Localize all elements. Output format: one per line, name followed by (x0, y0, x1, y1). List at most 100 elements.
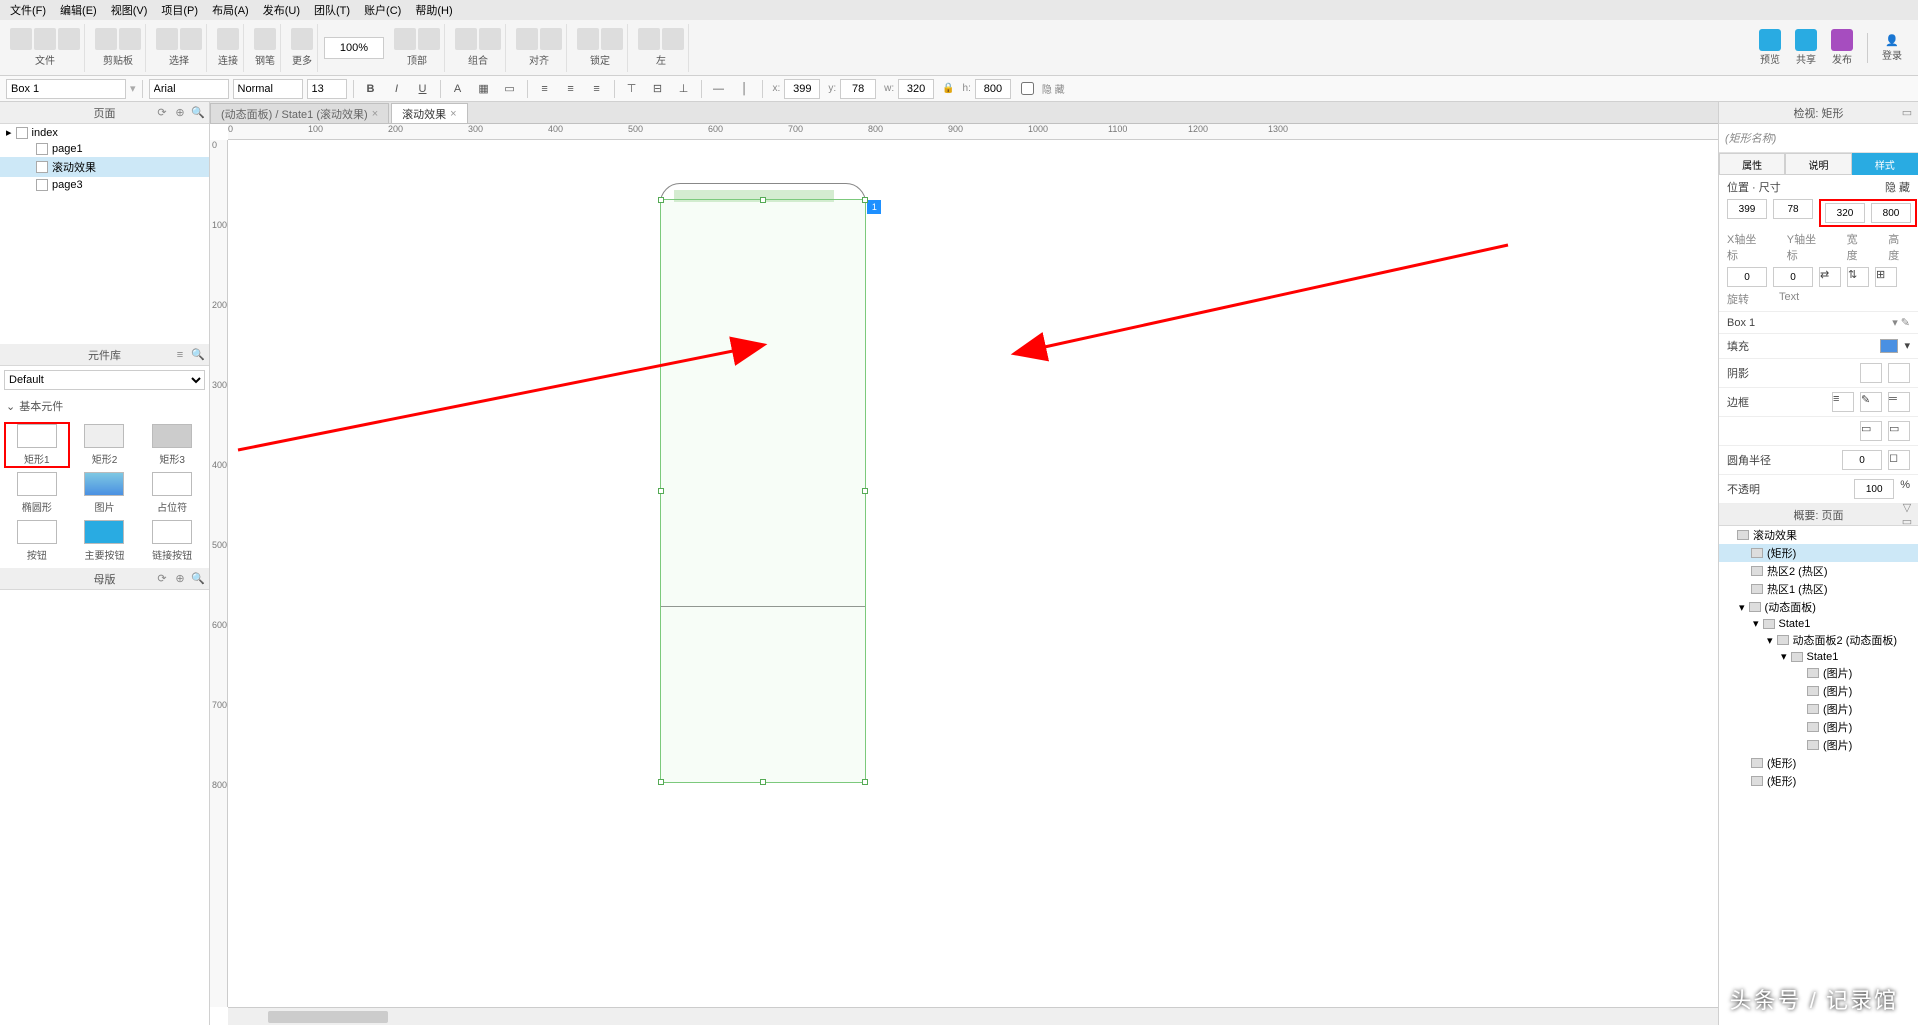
search-pages-icon[interactable]: 🔍 (191, 106, 205, 120)
underline-button[interactable]: U (412, 79, 434, 99)
menu-view[interactable]: 视图(V) (105, 0, 154, 20)
outline-(图片)[interactable]: (图片) (1719, 718, 1918, 736)
cut-icon[interactable] (95, 28, 117, 50)
outline-(矩形)[interactable]: (矩形) (1719, 544, 1918, 562)
x-input[interactable] (784, 79, 820, 99)
menu-account[interactable]: 账户(C) (358, 0, 407, 20)
border-vis-button[interactable]: ▭ (1860, 421, 1882, 441)
share-button[interactable]: 共享 (1795, 29, 1817, 66)
lib-menu-icon[interactable]: ≡ (173, 348, 187, 362)
widget-矩形3[interactable]: 矩形3 (141, 424, 203, 466)
outline-State1[interactable]: ▾State1 (1719, 649, 1918, 664)
opacity-input[interactable] (1854, 479, 1894, 499)
border-side-button[interactable]: ▭ (1888, 421, 1910, 441)
master-add-icon[interactable]: ⟳ (155, 572, 169, 586)
outline-热区2 (热区)[interactable]: 热区2 (热区) (1719, 562, 1918, 580)
outline-动态面板2 (动态面板)[interactable]: ▾动态面板2 (动态面板) (1719, 631, 1918, 649)
text-rotate-input[interactable] (1773, 267, 1813, 287)
align-top-icon[interactable] (394, 28, 416, 50)
master-search-icon[interactable]: 🔍 (191, 572, 205, 586)
outline-filter-icon[interactable]: ▽ (1900, 501, 1914, 515)
h-input[interactable] (975, 79, 1011, 99)
border-color-button[interactable]: ▭ (499, 79, 521, 99)
fill-color-button[interactable]: ▦ (473, 79, 495, 99)
prop-y-input[interactable] (1773, 199, 1813, 219)
hidden-checkbox[interactable] (1021, 82, 1034, 95)
font-select[interactable] (149, 79, 229, 99)
save-icon[interactable] (58, 28, 80, 50)
outline-(图片)[interactable]: (图片) (1719, 700, 1918, 718)
menu-publish[interactable]: 发布(U) (257, 0, 306, 20)
tab-style[interactable]: 样式 (1852, 153, 1918, 175)
outline-(矩形)[interactable]: (矩形) (1719, 754, 1918, 772)
valign-mid-button[interactable]: ⊟ (647, 79, 669, 99)
border-style-button[interactable]: ≡ (1832, 392, 1854, 412)
flip-h-button[interactable]: ⇄ (1819, 267, 1841, 287)
widget-name-input[interactable] (6, 79, 126, 99)
radius-input[interactable] (1842, 450, 1882, 470)
border-width-button[interactable]: ═ (1888, 392, 1910, 412)
lib-search-icon[interactable]: 🔍 (191, 348, 205, 362)
publish-button[interactable]: 发布 (1831, 29, 1853, 66)
y-input[interactable] (840, 79, 876, 99)
align-icon[interactable] (516, 28, 538, 50)
menu-team[interactable]: 团队(T) (308, 0, 356, 20)
prop-w-input[interactable] (1825, 203, 1865, 223)
page-滚动效果[interactable]: 滚动效果 (0, 157, 209, 177)
preview-button[interactable]: 预览 (1759, 29, 1781, 66)
more-icon[interactable] (291, 28, 313, 50)
widget-椭圆形[interactable]: 椭圆形 (6, 472, 68, 514)
add-page-icon[interactable]: ⟳ (155, 106, 169, 120)
outline-热区1 (热区)[interactable]: 热区1 (热区) (1719, 580, 1918, 598)
align-bottom-icon[interactable] (418, 28, 440, 50)
align-right-button[interactable]: ≡ (586, 79, 608, 99)
add-folder-icon[interactable]: ⊕ (173, 106, 187, 120)
widget-矩形1[interactable]: 矩形1 (6, 424, 68, 466)
inner-shadow-button[interactable] (1888, 363, 1910, 383)
outline-滚动效果[interactable]: 滚动效果 (1719, 526, 1918, 544)
tab-滚动效果[interactable]: 滚动效果× (391, 103, 467, 123)
open-file-icon[interactable] (34, 28, 56, 50)
menu-file[interactable]: 文件(F) (4, 0, 52, 20)
page-page1[interactable]: page1 (0, 141, 209, 157)
weight-select[interactable] (233, 79, 303, 99)
library-select[interactable]: Default (4, 370, 205, 390)
outline-(图片)[interactable]: (图片) (1719, 664, 1918, 682)
page-page3[interactable]: page3 (0, 177, 209, 193)
widget-占位符[interactable]: 占位符 (141, 472, 203, 514)
canvas[interactable]: 1 (228, 140, 1718, 1007)
outline-(图片)[interactable]: (图片) (1719, 736, 1918, 754)
fill-color[interactable] (1880, 339, 1898, 353)
italic-button[interactable]: I (386, 79, 408, 99)
prop-x-input[interactable] (1727, 199, 1767, 219)
valign-bot-button[interactable]: ⊥ (673, 79, 695, 99)
outline-(矩形)[interactable]: (矩形) (1719, 772, 1918, 790)
master-folder-icon[interactable]: ⊕ (173, 572, 187, 586)
flip-v-button[interactable]: ⇅ (1847, 267, 1869, 287)
valign-top-button[interactable]: ⊤ (621, 79, 643, 99)
ungroup-icon[interactable] (479, 28, 501, 50)
outline-expand-icon[interactable]: ▭ (1900, 515, 1914, 529)
menu-help[interactable]: 帮助(H) (409, 0, 458, 20)
selected-rectangle[interactable]: 1 (660, 199, 866, 783)
border-color-button[interactable]: ✎ (1860, 392, 1882, 412)
inspector-expand-icon[interactable]: ▭ (1900, 106, 1914, 120)
widget-链接按钮[interactable]: 链接按钮 (141, 520, 203, 562)
zoom-input[interactable] (324, 37, 384, 59)
widget-矩形2[interactable]: 矩形2 (74, 424, 136, 466)
close-tab-icon[interactable]: × (450, 108, 456, 120)
group-icon[interactable] (455, 28, 477, 50)
right-icon[interactable] (662, 28, 684, 50)
page-index[interactable]: ▸index (0, 124, 209, 141)
tab-notes[interactable]: 说明 (1785, 153, 1851, 175)
bold-button[interactable]: B (360, 79, 382, 99)
autosize-button[interactable]: ⊞ (1875, 267, 1897, 287)
outer-shadow-button[interactable] (1860, 363, 1882, 383)
left-icon[interactable] (638, 28, 660, 50)
widget-主要按钮[interactable]: 主要按钮 (74, 520, 136, 562)
lib-section-basic[interactable]: ⌄基本元件 (0, 394, 209, 418)
tab-(动态面板) / State1 (滚动效果)[interactable]: (动态面板) / State1 (滚动效果)× (210, 103, 389, 123)
w-input[interactable] (898, 79, 934, 99)
select2-icon[interactable] (180, 28, 202, 50)
size-select[interactable] (307, 79, 347, 99)
